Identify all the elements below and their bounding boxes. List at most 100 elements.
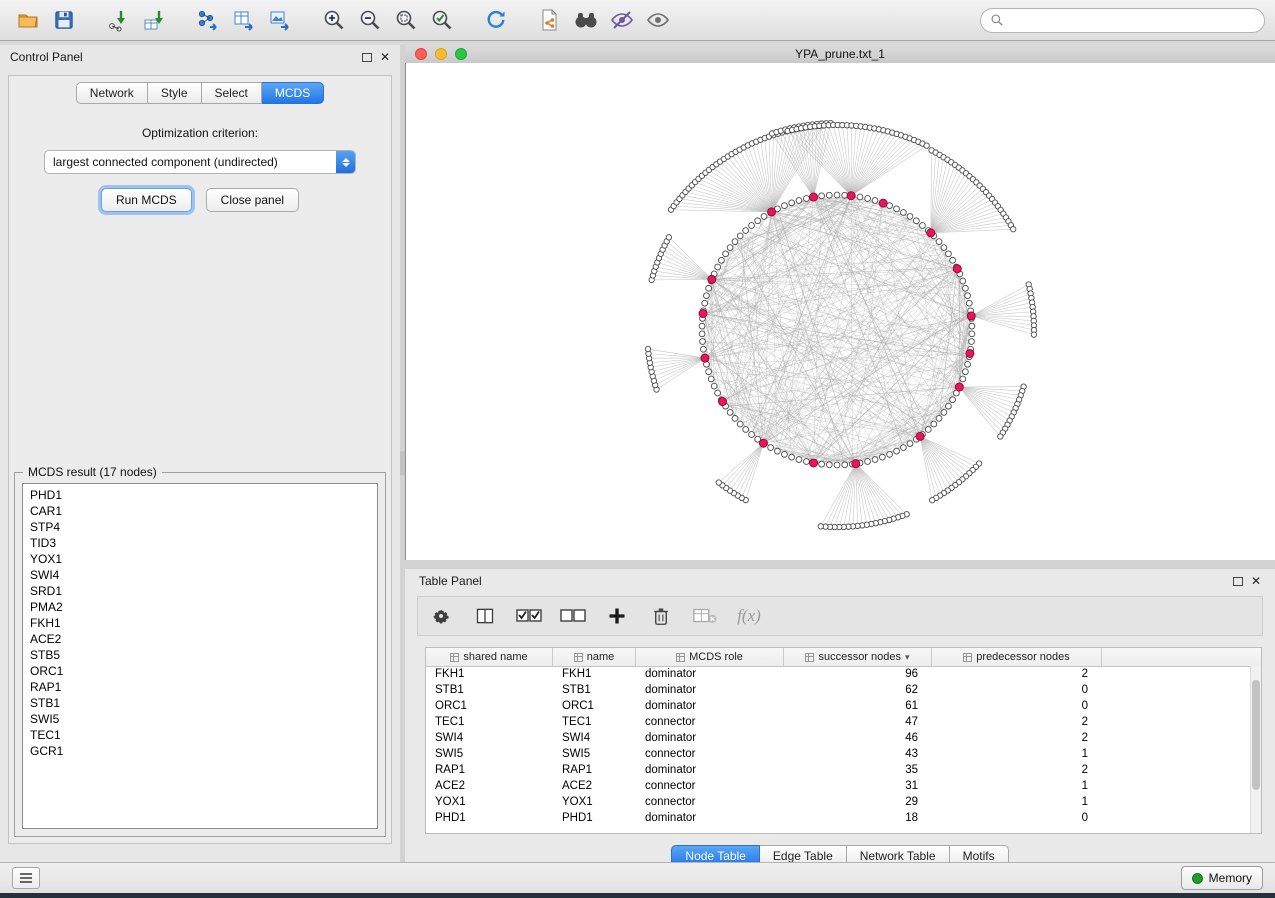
mcds-result-item[interactable]: STB5 xyxy=(23,647,377,663)
column-header-mcds-role[interactable]: MCDS role xyxy=(636,648,784,666)
graph-node[interactable] xyxy=(887,451,893,457)
dominator-node[interactable] xyxy=(847,192,855,200)
cell-predecessor-nodes[interactable]: 2 xyxy=(932,732,1102,744)
graph-node[interactable] xyxy=(782,451,788,457)
graph-node[interactable] xyxy=(865,459,871,465)
leaf-node[interactable] xyxy=(1031,332,1036,337)
column-header-predecessor-nodes[interactable]: predecessor nodes xyxy=(932,648,1102,666)
save-session-button[interactable] xyxy=(46,4,82,36)
graph-node[interactable] xyxy=(960,376,966,382)
cell-successor-nodes[interactable]: 96 xyxy=(784,668,932,680)
cell-predecessor-nodes[interactable]: 1 xyxy=(932,796,1102,808)
tab-mcds[interactable]: MCDS xyxy=(262,82,324,104)
cell-successor-nodes[interactable]: 47 xyxy=(784,716,932,728)
graph-node[interactable] xyxy=(907,214,913,220)
graph-node[interactable] xyxy=(969,323,975,329)
table-scrollbar[interactable] xyxy=(1250,666,1261,833)
mcds-result-item[interactable]: SWI5 xyxy=(23,711,377,727)
graph-node[interactable] xyxy=(775,448,781,454)
table-settings-button[interactable] xyxy=(426,601,456,631)
cell-name[interactable]: SWI4 xyxy=(553,732,636,744)
status-menu-button[interactable] xyxy=(12,867,40,889)
mcds-result-item[interactable]: STB1 xyxy=(23,695,377,711)
graph-node[interactable] xyxy=(920,223,926,229)
mcds-result-item[interactable]: PHD1 xyxy=(23,487,377,503)
graph-node[interactable] xyxy=(842,462,848,468)
dominator-node[interactable] xyxy=(759,439,767,447)
close-panel-button[interactable]: Close panel xyxy=(206,188,299,212)
graph-node[interactable] xyxy=(834,192,840,198)
zoom-in-button[interactable] xyxy=(316,4,352,36)
cell-successor-nodes[interactable]: 43 xyxy=(784,748,932,760)
graph-node[interactable] xyxy=(879,454,885,460)
cell-successor-nodes[interactable]: 62 xyxy=(784,684,932,696)
graph-node[interactable] xyxy=(894,206,900,212)
cell-predecessor-nodes[interactable]: 2 xyxy=(932,764,1102,776)
show-details-button[interactable] xyxy=(640,4,676,36)
select-all-button[interactable] xyxy=(514,601,544,631)
leaf-node[interactable] xyxy=(716,480,721,485)
graph-node[interactable] xyxy=(946,403,952,409)
table-row[interactable]: ACE2ACE2connector311 xyxy=(426,778,1250,794)
mcds-result-item[interactable]: STP4 xyxy=(23,519,377,535)
graph-node[interactable] xyxy=(965,293,971,299)
leaf-node[interactable] xyxy=(998,434,1003,439)
graph-node[interactable] xyxy=(913,218,919,224)
graph-node[interactable] xyxy=(907,441,913,447)
dominator-node[interactable] xyxy=(708,275,716,283)
table-row[interactable]: YOX1YOX1connector291 xyxy=(426,794,1250,810)
graph-node[interactable] xyxy=(715,390,721,396)
cell-successor-nodes[interactable]: 35 xyxy=(784,764,932,776)
dominator-node[interactable] xyxy=(810,459,818,467)
graph-node[interactable] xyxy=(796,198,802,204)
graph-node[interactable] xyxy=(704,293,710,299)
graph-node[interactable] xyxy=(789,200,795,206)
graph-node[interactable] xyxy=(900,210,906,216)
export-network-button[interactable] xyxy=(190,4,226,36)
column-header-shared-name[interactable]: shared name xyxy=(426,648,553,666)
graph-node[interactable] xyxy=(925,427,931,433)
graph-node[interactable] xyxy=(702,300,708,306)
graph-node[interactable] xyxy=(700,339,706,345)
column-header-name[interactable]: name xyxy=(553,648,636,666)
table-row[interactable]: RAP1RAP1dominator352 xyxy=(426,762,1250,778)
graph-node[interactable] xyxy=(804,196,810,202)
search-input[interactable] xyxy=(1009,12,1255,28)
zoom-selected-button[interactable] xyxy=(424,4,460,36)
graph-node[interactable] xyxy=(699,323,705,329)
cell-mcds-role[interactable]: dominator xyxy=(636,668,784,680)
dominator-node[interactable] xyxy=(927,229,935,237)
leaf-node[interactable] xyxy=(924,143,929,148)
import-network-button[interactable] xyxy=(100,4,136,36)
table-row[interactable]: FKH1FKH1dominator962 xyxy=(426,666,1250,682)
graph-node[interactable] xyxy=(723,251,729,257)
cell-shared-name[interactable]: TEC1 xyxy=(426,716,553,728)
graph-node[interactable] xyxy=(826,462,832,468)
cell-name[interactable]: FKH1 xyxy=(553,668,636,680)
cell-shared-name[interactable]: SWI5 xyxy=(426,748,553,760)
graph-node[interactable] xyxy=(708,376,714,382)
graph-node[interactable] xyxy=(737,233,743,239)
cell-mcds-role[interactable]: dominator xyxy=(636,812,784,824)
dominator-node[interactable] xyxy=(699,310,707,318)
graph-node[interactable] xyxy=(826,192,832,198)
graph-node[interactable] xyxy=(960,278,966,284)
horizontal-splitter[interactable] xyxy=(405,560,1275,569)
graph-node[interactable] xyxy=(718,257,724,263)
leaf-node[interactable] xyxy=(929,497,934,502)
export-image-button[interactable] xyxy=(262,4,298,36)
cell-successor-nodes[interactable]: 31 xyxy=(784,780,932,792)
cell-predecessor-nodes[interactable]: 1 xyxy=(932,748,1102,760)
graph-node[interactable] xyxy=(865,196,871,202)
open-session-button[interactable] xyxy=(10,4,46,36)
cell-successor-nodes[interactable]: 61 xyxy=(784,700,932,712)
table-row[interactable]: SWI5SWI5connector431 xyxy=(426,746,1250,762)
function-builder-button[interactable]: f(x) xyxy=(734,601,764,631)
dominator-node[interactable] xyxy=(701,354,709,362)
cell-predecessor-nodes[interactable]: 0 xyxy=(932,684,1102,696)
mcds-result-item[interactable]: ORC1 xyxy=(23,663,377,679)
mcds-result-item[interactable]: YOX1 xyxy=(23,551,377,567)
graph-node[interactable] xyxy=(743,228,749,234)
graph-node[interactable] xyxy=(749,432,755,438)
cell-successor-nodes[interactable]: 18 xyxy=(784,812,932,824)
